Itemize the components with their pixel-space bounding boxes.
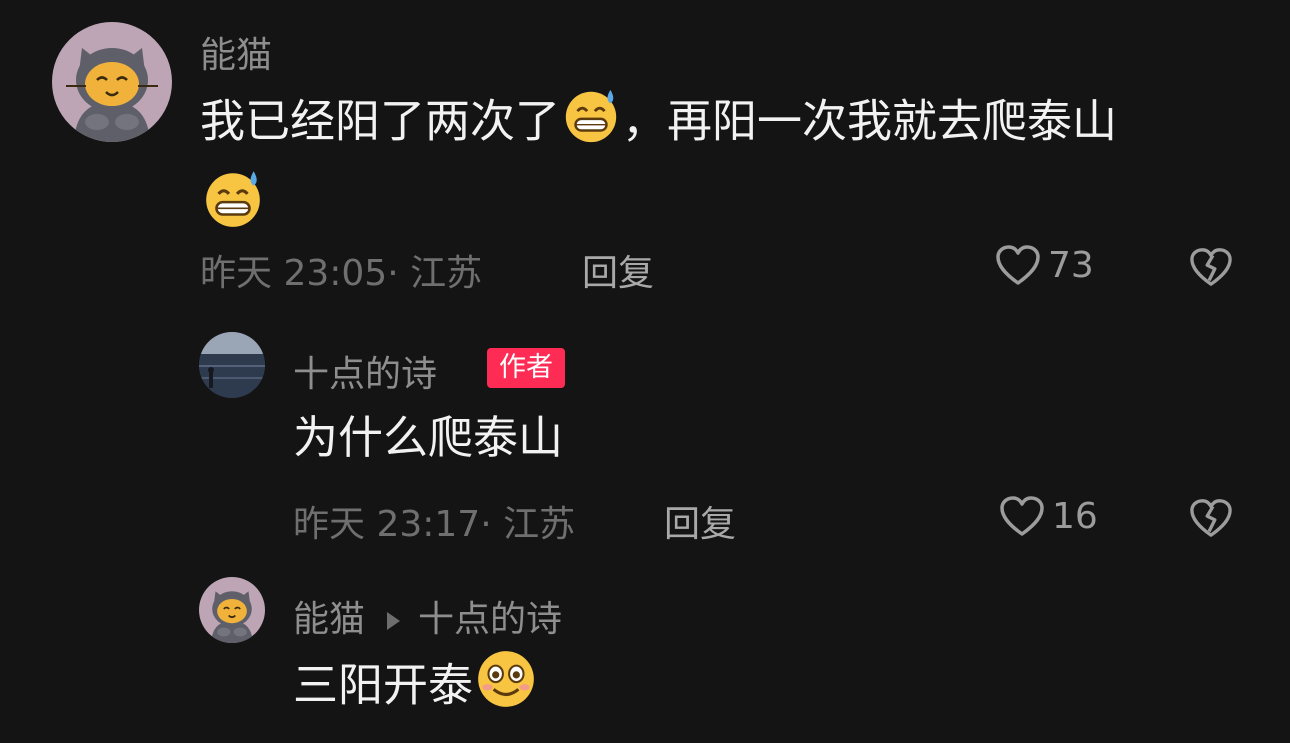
comment-text: 我已经阳了两次了 ，再阳一次我就去爬泰山 xyxy=(200,84,1240,249)
comment-text-part: ，再阳一次我就去爬泰山 xyxy=(622,94,1118,148)
reply-arrow-icon xyxy=(387,612,401,630)
reply-header: 能猫 十点的诗 xyxy=(293,590,562,642)
like-count: 16 xyxy=(1052,495,1098,537)
comment-text-part: 三阳开泰 xyxy=(293,658,474,712)
grinning-sweat-emoji-icon xyxy=(200,165,266,250)
comment-author[interactable]: 能猫 xyxy=(200,26,272,78)
broken-heart-icon xyxy=(1190,248,1232,286)
like-button[interactable]: 16 xyxy=(998,494,1098,538)
reply-to-author[interactable]: 十点的诗 xyxy=(418,599,562,640)
comment-author[interactable]: 十点的诗 xyxy=(293,345,437,397)
broken-heart-icon xyxy=(1190,499,1232,537)
grinning-sweat-emoji-icon xyxy=(560,84,622,165)
dislike-button[interactable] xyxy=(1188,497,1234,543)
comment-text: 为什么爬泰山 xyxy=(293,411,564,464)
author-badge: 作者 xyxy=(487,348,565,388)
dislike-button[interactable] xyxy=(1188,246,1234,292)
cat-avatar-icon xyxy=(52,22,172,142)
lake-photo-avatar-icon xyxy=(199,332,265,398)
smiling-face-emoji-icon xyxy=(473,646,539,731)
comment-author[interactable]: 能猫 xyxy=(293,599,365,640)
cat-avatar-icon xyxy=(199,577,265,643)
comment-text: 三阳开泰 xyxy=(293,646,539,731)
avatar[interactable] xyxy=(52,22,172,142)
reply-button[interactable]: 回复 xyxy=(582,244,654,296)
like-count: 73 xyxy=(1048,244,1094,286)
avatar[interactable] xyxy=(199,332,265,398)
comment-text-part: 我已经阳了两次了 xyxy=(200,94,561,148)
heart-icon xyxy=(996,245,1040,285)
like-button[interactable]: 73 xyxy=(994,243,1094,287)
comment-time-location: 昨天 23:17· 江苏 xyxy=(293,504,576,545)
avatar[interactable] xyxy=(199,577,265,643)
reply-button[interactable]: 回复 xyxy=(664,495,736,547)
heart-icon xyxy=(1000,496,1044,536)
comment-time-location: 昨天 23:05· 江苏 xyxy=(200,253,483,294)
